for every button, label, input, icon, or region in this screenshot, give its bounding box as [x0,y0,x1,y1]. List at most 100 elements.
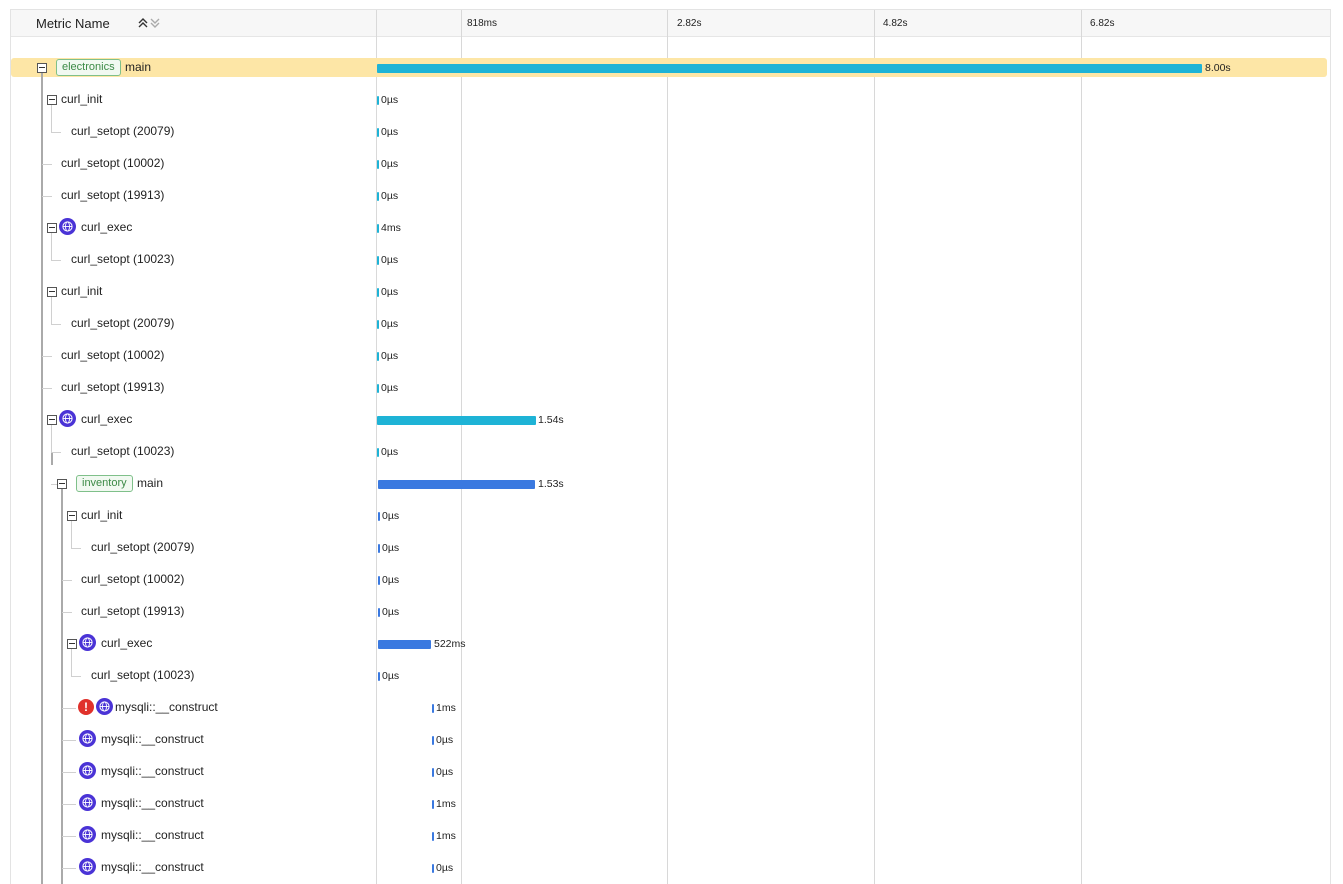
collapse-toggle[interactable] [47,287,57,297]
row-label: curl_setopt (10023) [71,444,175,458]
trace-row[interactable]: curl_setopt (19913) 0µs [11,186,1330,206]
duration-label: 0µs [436,862,454,874]
trace-row[interactable]: curl_setopt (20079) 0µs [11,122,1330,142]
duration-bar [377,192,379,201]
duration-label: 0µs [381,286,399,298]
trace-row[interactable]: curl_setopt (10002) 0µs [11,346,1330,366]
row-label: curl_setopt (10002) [81,572,185,586]
trace-row[interactable]: curl_init 0µs [11,506,1330,526]
tree-guide [51,324,61,325]
duration-label: 0µs [381,254,399,266]
duration-label: 0µs [381,158,399,170]
duration-bar [377,96,379,105]
sort-toggle-icon[interactable] [136,15,164,31]
tree-guide [71,548,81,549]
duration-bar [432,864,434,873]
trace-row[interactable]: curl_setopt (10002) 0µs [11,570,1330,590]
trace-row[interactable]: mysqli::__construct 0µs [11,858,1330,878]
duration-bar [378,640,431,649]
tree-guide [42,196,52,197]
trace-row[interactable]: mysqli::__construct 0µs [11,730,1330,750]
trace-row[interactable]: curl_setopt (10023) 0µs [11,442,1330,462]
trace-row[interactable]: curl_setopt (19913) 0µs [11,602,1330,622]
error-icon: ! [78,699,94,715]
duration-bar [377,64,1202,73]
globe-icon [79,794,96,811]
duration-label: 0µs [381,190,399,202]
row-label: curl_init [81,508,123,522]
trace-row[interactable]: electronics main 8.00s [11,58,1330,78]
collapse-toggle[interactable] [67,639,77,649]
time-tick: 6.82s [1090,18,1115,29]
collapse-toggle[interactable] [47,95,57,105]
tree-guide [42,164,52,165]
collapse-toggle[interactable] [47,223,57,233]
duration-label: 1.54s [538,414,564,426]
duration-label: 0µs [436,734,454,746]
trace-row[interactable]: curl_init 0µs [11,90,1330,110]
trace-row[interactable]: inventory main 1.53s [11,474,1330,494]
service-tag: inventory [76,475,133,492]
trace-row[interactable]: curl_setopt (20079) 0µs [11,538,1330,558]
globe-icon [79,858,96,875]
collapse-toggle[interactable] [37,63,47,73]
trace-row[interactable]: curl_exec 4ms [11,218,1330,238]
tree-guide [42,356,52,357]
row-label: curl_setopt (19913) [81,604,185,618]
service-tag: electronics [56,59,121,76]
duration-label: 0µs [382,542,400,554]
row-label: main [137,476,164,490]
globe-icon [79,634,96,651]
row-label: mysqli::__construct [101,796,204,810]
trace-row[interactable]: curl_init 0µs [11,282,1330,302]
row-label: main [125,60,152,74]
row-label: mysqli::__construct [101,732,204,746]
trace-row[interactable]: curl_setopt (10023) 0µs [11,666,1330,686]
collapse-toggle[interactable] [47,415,57,425]
trace-row[interactable]: mysqli::__construct 0µs [11,762,1330,782]
duration-bar [432,768,434,777]
duration-label: 522ms [434,638,466,650]
duration-label: 0µs [381,350,399,362]
duration-bar [378,544,380,553]
duration-bar [377,160,379,169]
row-label: mysqli::__construct [101,828,204,842]
collapse-toggle[interactable] [67,511,77,521]
collapse-toggle[interactable] [57,479,67,489]
row-label: curl_exec [81,412,133,426]
duration-bar [378,672,380,681]
row-label: mysqli::__construct [101,860,204,874]
duration-label: 0µs [381,126,399,138]
trace-row[interactable]: curl_setopt (19913) 0µs [11,378,1330,398]
trace-row[interactable]: curl_exec 522ms [11,634,1330,654]
globe-icon [79,826,96,843]
row-label: curl_setopt (20079) [91,540,195,554]
tree-guide [42,388,52,389]
metric-name-header: Metric Name [36,16,110,31]
tree-guide [62,708,76,709]
row-label: curl_init [61,284,103,298]
duration-bar [378,480,535,489]
duration-bar [377,320,379,329]
time-tick: 818ms [467,18,498,29]
trace-row[interactable]: curl_setopt (20079) 0µs [11,314,1330,334]
trace-row[interactable]: ! mysqli::__construct 1ms [11,698,1330,718]
trace-row[interactable]: curl_setopt (10023) 0µs [11,250,1330,270]
duration-label: 8.00s [1205,62,1231,74]
row-label: curl_setopt (20079) [71,124,175,138]
row-label: mysqli::__construct [115,700,218,714]
duration-bar [377,224,379,233]
trace-row[interactable]: curl_exec 1.54s [11,410,1330,430]
row-label: curl_setopt (19913) [61,380,165,394]
tree-guide [51,452,61,453]
trace-row[interactable]: mysqli::__construct 1ms [11,826,1330,846]
table-header: Metric Name 818ms 2.82s 4.82s 6.82s [11,10,1330,37]
trace-panel: Metric Name 818ms 2.82s 4.82s 6.82s elec… [10,9,1331,884]
time-tick: 2.82s [677,18,702,29]
duration-bar [432,800,434,809]
globe-icon [79,762,96,779]
trace-row[interactable]: curl_setopt (10002) 0µs [11,154,1330,174]
duration-bar [377,288,379,297]
duration-bar [378,512,380,521]
trace-row[interactable]: mysqli::__construct 1ms [11,794,1330,814]
